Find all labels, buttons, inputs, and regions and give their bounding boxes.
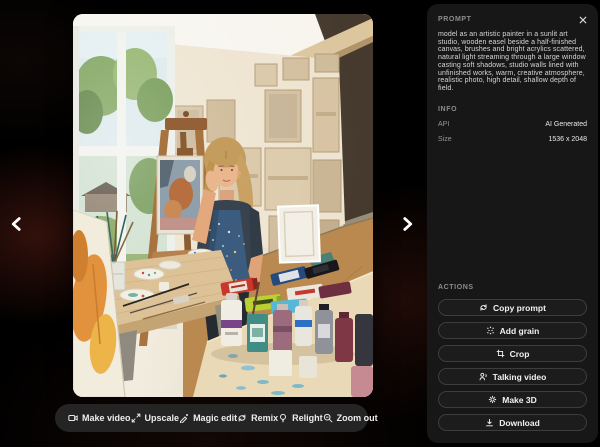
talking-person-icon [479, 372, 488, 381]
magic-wand-icon [179, 413, 189, 423]
upscale-arrows-icon [131, 413, 141, 423]
crop-label: Crop [509, 348, 530, 359]
chevron-left-icon [11, 217, 21, 231]
talking-video-label: Talking video [492, 371, 547, 382]
size-value: 1536 x 2048 [548, 135, 587, 143]
relight-label: Relight [292, 413, 323, 423]
magic-edit-button[interactable]: Magic edit [179, 413, 237, 423]
copy-prompt-cycle-icon [479, 303, 488, 312]
zoom-out-icon [323, 413, 333, 423]
download-icon [485, 418, 494, 427]
remix-button[interactable]: Remix [237, 413, 278, 423]
crop-icon [496, 349, 505, 358]
zoom-out-button[interactable]: Zoom out [323, 413, 378, 423]
actions-section-label: ACTIONS [438, 284, 474, 291]
relight-button[interactable]: Relight [278, 413, 323, 423]
add-grain-label: Add grain [499, 325, 540, 336]
previous-image-button[interactable] [3, 210, 29, 238]
grain-sparkle-icon [486, 326, 495, 335]
remix-cycle-icon [237, 413, 247, 423]
api-label: API [438, 120, 450, 128]
download-button[interactable]: Download [438, 414, 587, 431]
size-label: Size [438, 135, 452, 143]
close-icon [579, 16, 587, 23]
video-camera-icon [68, 413, 78, 423]
crop-button[interactable]: Crop [438, 345, 587, 362]
api-value: AI Generated [545, 120, 587, 128]
chevron-right-icon [402, 217, 412, 231]
upscale-button[interactable]: Upscale [131, 413, 180, 423]
talking-video-button[interactable]: Talking video [438, 368, 587, 385]
remix-label: Remix [251, 413, 279, 423]
details-panel: PROMPT model as an artistic painter in a… [427, 4, 598, 443]
download-label: Download [499, 417, 540, 428]
generated-image [73, 14, 373, 397]
magic-edit-label: Magic edit [193, 413, 238, 423]
upscale-label: Upscale [144, 413, 180, 423]
info-section-label: INFO [438, 105, 458, 113]
info-row-api: API AI Generated [438, 121, 587, 129]
zoom-out-label: Zoom out [336, 413, 378, 423]
prompt-section-label: PROMPT [438, 16, 472, 23]
make-3d-button[interactable]: Make 3D [438, 391, 587, 408]
image-toolbar: Make video Upscale Magic edit Remix Reli… [55, 404, 378, 432]
gear-icon [488, 395, 497, 404]
copy-prompt-label: Copy prompt [493, 302, 546, 313]
next-image-button[interactable] [394, 210, 420, 238]
copy-prompt-button[interactable]: Copy prompt [438, 299, 587, 316]
close-button[interactable] [579, 16, 587, 24]
info-row-size: Size 1536 x 2048 [438, 136, 587, 144]
make-3d-label: Make 3D [502, 394, 537, 405]
make-video-button[interactable]: Make video [68, 413, 131, 423]
add-grain-button[interactable]: Add grain [438, 322, 587, 339]
leaning-framed-canvas [277, 204, 321, 264]
make-video-label: Make video [82, 413, 131, 423]
prompt-text: model as an artistic painter in a sunlit… [438, 31, 586, 92]
lightbulb-icon [278, 413, 288, 423]
studio-scene [73, 14, 373, 397]
